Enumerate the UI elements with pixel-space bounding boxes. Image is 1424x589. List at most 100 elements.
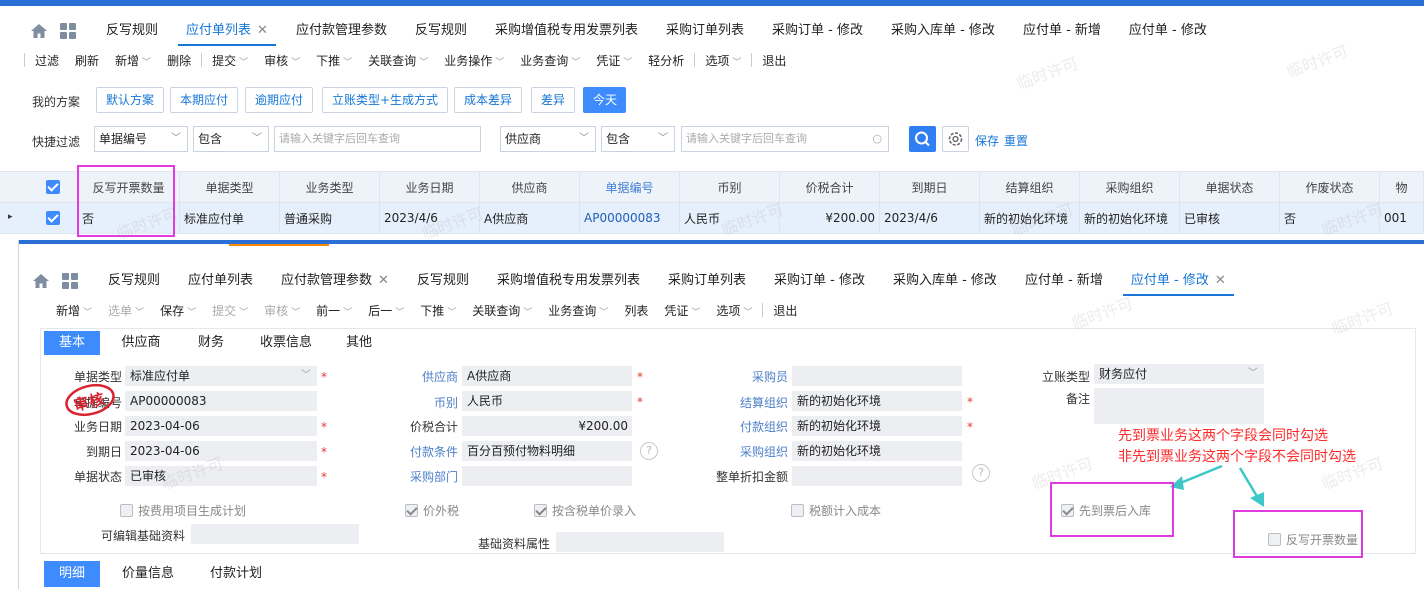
scheme-button-1[interactable]: 本期应付	[170, 87, 239, 113]
column-header-0[interactable]: 反写开票数量	[78, 172, 180, 202]
save-scheme-link[interactable]: 保存	[975, 132, 999, 149]
column-header-13[interactable]: 物	[1380, 172, 1424, 202]
pur-org-field[interactable]: 新的初始化环境	[792, 441, 962, 461]
toolbar-item-1[interactable]: 刷新	[67, 52, 107, 69]
edit-toolbar-item-1[interactable]: 选单 ﹀	[100, 302, 152, 319]
toolbar-item-7[interactable]: 关联查询 ﹀	[360, 52, 436, 69]
search-button[interactable]	[909, 126, 936, 152]
table-cell-11[interactable]: 已审核	[1180, 203, 1280, 233]
scheme-button-4[interactable]: 成本差异	[454, 87, 523, 113]
scheme-button-5[interactable]: 差异	[531, 87, 576, 113]
row-checkbox[interactable]	[45, 211, 60, 225]
home-icon[interactable]	[32, 273, 50, 289]
tab-8[interactable]: 应付单 - 新增	[1011, 266, 1117, 296]
edit-toolbar-item-2[interactable]: 保存 ﹀	[152, 302, 204, 319]
plan-by-expense-checkbox[interactable]: 按费用项目生成计划	[120, 502, 246, 519]
column-header-8[interactable]: 到期日	[880, 172, 980, 202]
tax-into-cost-checkbox[interactable]: 税额计入成本	[791, 502, 881, 519]
select-all-cell[interactable]	[28, 172, 78, 202]
purdept-label[interactable]: 采购部门	[410, 468, 458, 485]
toolbar-item-5[interactable]: 审核 ﹀	[256, 52, 308, 69]
column-header-9[interactable]: 结算组织	[980, 172, 1080, 202]
tab-9[interactable]: 应付单 - 修改	[1115, 16, 1221, 46]
filter-field2-select[interactable]: 供应商 ﹀	[500, 126, 596, 152]
scheme-button-0[interactable]: 默认方案	[96, 87, 165, 113]
status-field[interactable]: 已审核	[125, 466, 317, 486]
tab-3[interactable]: 反写规则	[401, 16, 481, 46]
filter-op1-select[interactable]: 包含 ﹀	[193, 126, 269, 152]
toolbar-item-9[interactable]: 业务查询 ﹀	[512, 52, 588, 69]
pay-org-field[interactable]: 新的初始化环境	[792, 416, 962, 436]
table-cell-6[interactable]: 人民币	[680, 203, 780, 233]
help-icon[interactable]: ?	[972, 464, 990, 482]
column-header-1[interactable]: 单据类型	[180, 172, 280, 202]
pay-org-label[interactable]: 付款组织	[740, 418, 788, 435]
acct-type-select[interactable]: 财务应付 ﹀	[1094, 364, 1264, 384]
toolbar-item-8[interactable]: 业务操作 ﹀	[436, 52, 512, 69]
edit-toolbar-item-11[interactable]: 凭证 ﹀	[656, 302, 708, 319]
edit-toolbar-item-13[interactable]: 退出	[765, 302, 805, 319]
toolbar-item-2[interactable]: 新增 ﹀	[107, 52, 159, 69]
help-icon[interactable]: ?	[640, 442, 658, 460]
scheme-button-6[interactable]: 今天	[583, 87, 626, 113]
edit-toolbar-item-6[interactable]: 后一 ﹀	[360, 302, 412, 319]
detail-tab-0[interactable]: 明细	[44, 561, 100, 587]
column-header-7[interactable]: 价税合计	[780, 172, 880, 202]
column-header-2[interactable]: 业务类型	[280, 172, 380, 202]
pur-org-label[interactable]: 采购组织	[740, 443, 788, 460]
toolbar-item-12[interactable]: 选项 ﹀	[697, 52, 749, 69]
buyer-field[interactable]	[792, 366, 962, 386]
biz-date-field[interactable]: 2023-04-06	[125, 416, 317, 436]
toolbar-item-10[interactable]: 凭证 ﹀	[588, 52, 640, 69]
tab-9[interactable]: 应付单 - 修改 ✕	[1117, 266, 1240, 296]
toolbar-item-0[interactable]: 过滤	[27, 52, 67, 69]
table-cell-2[interactable]: 普通采购	[280, 203, 380, 233]
close-icon[interactable]: ✕	[378, 273, 389, 288]
detail-tab-1[interactable]: 价量信息	[108, 561, 188, 587]
buyer-label[interactable]: 采购员	[752, 368, 788, 385]
close-icon[interactable]: ✕	[1215, 273, 1226, 288]
edit-toolbar-item-5[interactable]: 前一 ﹀	[308, 302, 360, 319]
table-cell-13[interactable]: 001	[1380, 203, 1424, 233]
purdept-field[interactable]	[462, 466, 632, 486]
tax-price-input-checkbox-box[interactable]	[534, 504, 547, 517]
edit-toolbar-item-8[interactable]: 关联查询 ﹀	[464, 302, 540, 319]
filter-op2-select[interactable]: 包含 ﹀	[601, 126, 675, 152]
extra-tax-checkbox[interactable]: 价外税	[405, 502, 459, 519]
settle-org-field[interactable]: 新的初始化环境	[792, 391, 962, 411]
settle-org-label[interactable]: 结算组织	[740, 394, 788, 411]
select-all-checkbox[interactable]	[45, 180, 60, 194]
form-tab-2[interactable]: 财务	[184, 331, 238, 355]
payterm-field[interactable]: 百分百预付物料明细	[462, 441, 632, 461]
table-cell-12[interactable]: 否	[1280, 203, 1380, 233]
apps-grid-icon[interactable]	[60, 23, 76, 39]
currency-label[interactable]: 币别	[434, 394, 458, 411]
filter-field1-select[interactable]: 单据编号 ﹀	[94, 126, 188, 152]
tab-2[interactable]: 应付款管理参数	[282, 16, 401, 46]
column-header-5[interactable]: 单据编号	[580, 172, 680, 202]
invoice-before-receipt-checkbox-box[interactable]	[1061, 504, 1074, 517]
edit-toolbar-item-12[interactable]: 选项 ﹀	[708, 302, 760, 319]
editable-base-field[interactable]	[191, 524, 359, 544]
column-header-4[interactable]: 供应商	[480, 172, 580, 202]
tab-7[interactable]: 采购入库单 - 修改	[877, 16, 1009, 46]
supplier-label[interactable]: 供应商	[422, 368, 458, 385]
close-icon[interactable]: ✕	[257, 23, 268, 38]
total-field[interactable]: ¥200.00	[462, 416, 632, 436]
due-date-field[interactable]: 2023-04-06	[125, 441, 317, 461]
toolbar-item-6[interactable]: 下推 ﹀	[308, 52, 360, 69]
filter-keyword1-input[interactable]: 请输入关键字后回车查询	[274, 126, 481, 152]
tab-3[interactable]: 反写规则	[403, 266, 483, 296]
edit-toolbar-item-4[interactable]: 审核 ﹀	[256, 302, 308, 319]
table-row[interactable]: ▸ 否 标准应付单 普通采购 2023/4/6 A供应商 AP00000083 人民币 ¥200…	[0, 203, 1424, 234]
tab-5[interactable]: 采购订单列表	[652, 16, 758, 46]
filter-keyword2-input[interactable]: 请输入关键字后回车查询 ○	[681, 126, 889, 152]
table-cell-10[interactable]: 新的初始化环境	[1080, 203, 1180, 233]
tab-5[interactable]: 采购订单列表	[654, 266, 760, 296]
form-tab-0[interactable]: 基本	[44, 331, 100, 355]
tab-4[interactable]: 采购增值税专用发票列表	[483, 266, 654, 296]
reverse-invoice-qty-checkbox[interactable]: 反写开票数量	[1268, 531, 1358, 548]
table-cell-0[interactable]: 否	[78, 203, 180, 233]
table-cell-9[interactable]: 新的初始化环境	[980, 203, 1080, 233]
table-cell-7[interactable]: ¥200.00	[780, 203, 880, 233]
